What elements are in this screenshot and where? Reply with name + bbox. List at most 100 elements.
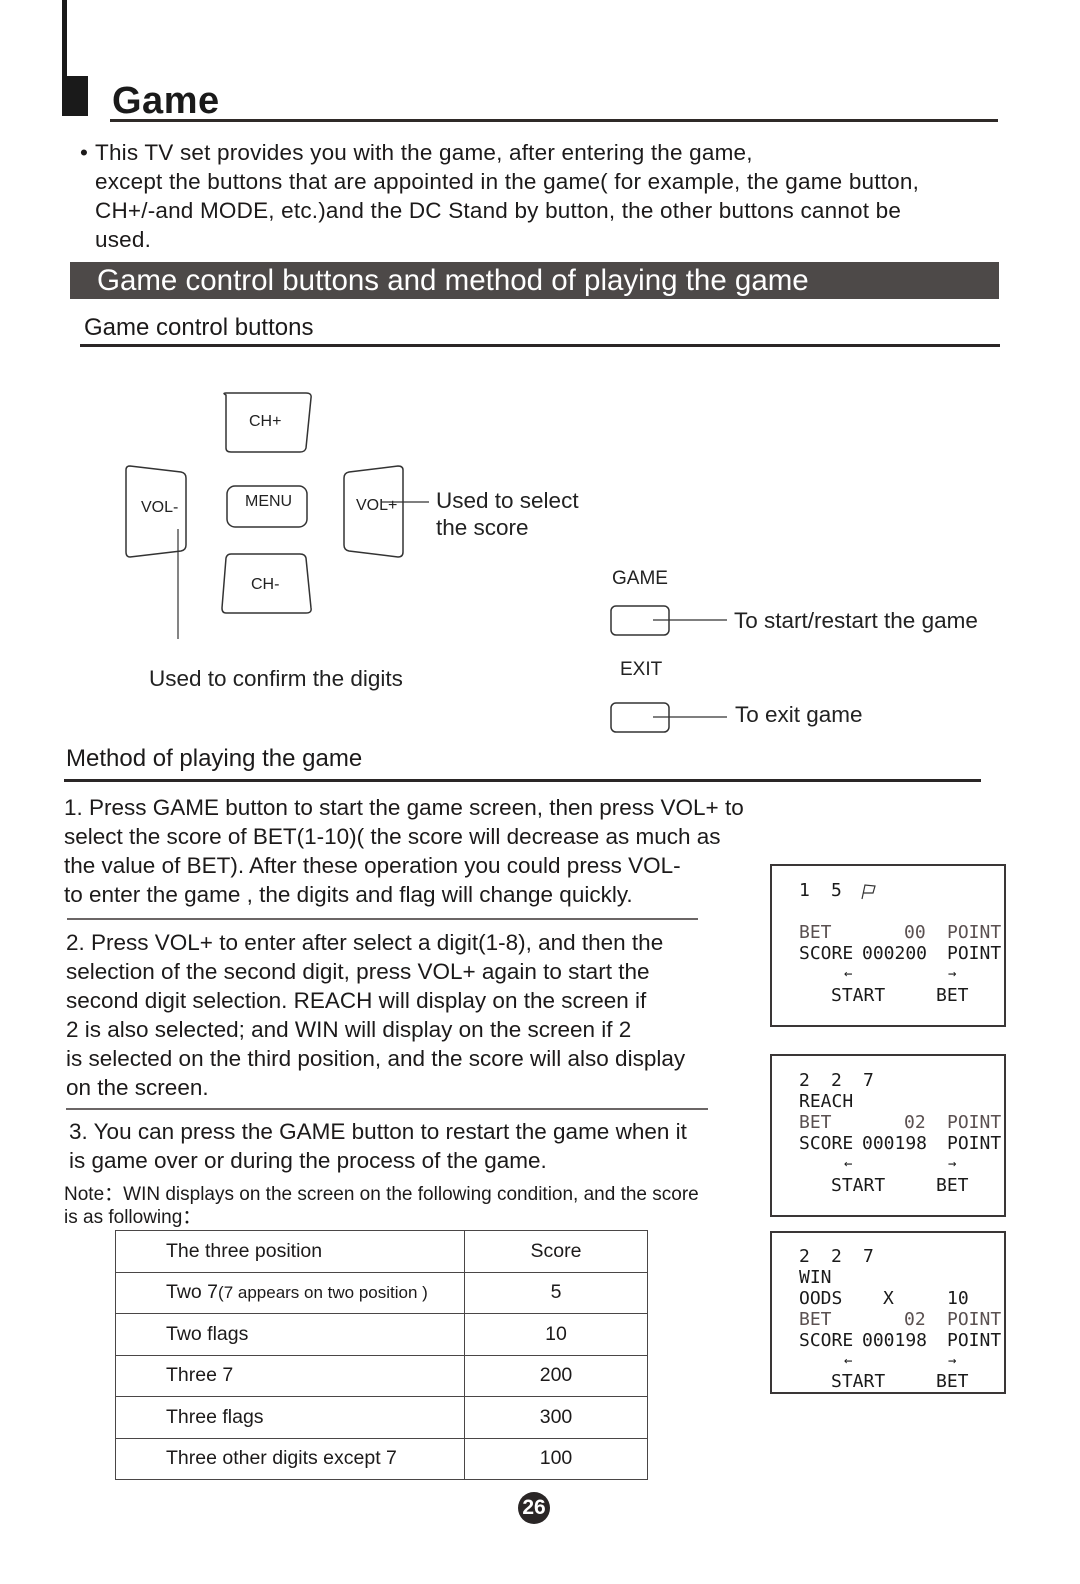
step-2-line: selection of the second digit, press VOL… bbox=[66, 959, 650, 984]
section-banner: Game control buttons and method of playi… bbox=[70, 262, 999, 299]
table-cell-score: 10 bbox=[464, 1313, 648, 1356]
vol-minus-description: Used to confirm the digits bbox=[149, 666, 403, 691]
score-value: 000200 bbox=[862, 943, 928, 964]
step-1-line: to enter the game , the digits and flag … bbox=[64, 882, 633, 907]
controls-divider bbox=[80, 344, 1000, 347]
bet-label: BET bbox=[799, 1309, 832, 1330]
screen-digit: 1 bbox=[799, 880, 810, 901]
screen-digit: 2 bbox=[831, 1246, 842, 1267]
remote-button-diagram: CH+ MENU CH- VOL- VOL+ Used to select th… bbox=[0, 380, 1080, 740]
game-button-description: To start/restart the game bbox=[734, 608, 978, 633]
game-screen-win: 2 2 7 WIN OODS X 10 BET 02 POINT SCORE 0… bbox=[770, 1231, 1006, 1394]
step-2-line: is selected on the third position, and t… bbox=[66, 1046, 686, 1071]
title-divider bbox=[110, 119, 998, 122]
bet-value: 02 bbox=[904, 1112, 926, 1133]
right-arrow-icon: → bbox=[948, 1353, 957, 1369]
left-arrow-icon: ← bbox=[844, 1353, 853, 1369]
right-arrow-icon: → bbox=[948, 1156, 957, 1172]
start-option: START bbox=[831, 1371, 886, 1392]
table-cell-score: 100 bbox=[464, 1437, 648, 1480]
header-block-decoration bbox=[62, 76, 88, 116]
screen-digit: 2 bbox=[799, 1070, 810, 1091]
odds-multiplier: X bbox=[883, 1288, 894, 1309]
screen-status: REACH bbox=[799, 1091, 854, 1112]
bet-unit: POINT bbox=[947, 922, 1002, 943]
step-1-line: the value of BET). After these operation… bbox=[64, 853, 681, 878]
bet-value: 00 bbox=[904, 922, 926, 943]
vol-plus-description: Used to select the score bbox=[436, 487, 579, 541]
screen-digit: 7 bbox=[863, 1070, 874, 1091]
score-label: SCORE bbox=[799, 1133, 854, 1154]
exit-button-label: EXIT bbox=[620, 659, 663, 680]
game-screen-start: 1 5 BET 00 POINT SCORE 000200 POINT ← → … bbox=[770, 864, 1006, 1027]
score-label: SCORE bbox=[799, 943, 854, 964]
left-arrow-icon: ← bbox=[844, 966, 853, 982]
step-3-line: 3. You can press the GAME button to rest… bbox=[69, 1119, 687, 1144]
screen-digit: 5 bbox=[831, 880, 842, 901]
start-option: START bbox=[831, 1175, 886, 1196]
method-heading: Method of playing the game bbox=[66, 745, 363, 772]
menu-button[interactable]: MENU bbox=[245, 493, 292, 511]
right-arrow-icon: → bbox=[948, 966, 957, 982]
table-cell-score: 5 bbox=[464, 1271, 648, 1314]
table-header-row: The three position Score bbox=[115, 1230, 648, 1273]
controls-heading: Game control buttons bbox=[84, 314, 314, 341]
game-button-label: GAME bbox=[612, 568, 668, 589]
intro-line: used. bbox=[95, 227, 152, 252]
step-2-line: on the screen. bbox=[66, 1075, 209, 1100]
step-2-line: second digit selection. REACH will displ… bbox=[66, 988, 647, 1013]
ch-plus-button[interactable]: CH+ bbox=[249, 413, 281, 431]
vol-minus-button[interactable]: VOL- bbox=[141, 499, 178, 517]
ch-minus-button[interactable]: CH- bbox=[251, 576, 279, 594]
step-2-line: 2 is also selected; and WIN will display… bbox=[66, 1017, 632, 1042]
table-cell-position: Two 7(7 appears on two position ) bbox=[115, 1271, 465, 1314]
score-value: 000198 bbox=[862, 1133, 928, 1154]
intro-line: except the buttons that are appointed in… bbox=[95, 169, 920, 194]
step-3-line: is game over or during the process of th… bbox=[69, 1148, 547, 1173]
bet-option: BET bbox=[936, 985, 969, 1006]
bet-option: BET bbox=[936, 1175, 969, 1196]
table-cell-position: Two flags bbox=[115, 1313, 465, 1356]
table-row: Three other digits except 7 100 bbox=[115, 1437, 648, 1480]
step-1-line: select the score of BET(1-10)( the score… bbox=[64, 824, 721, 849]
odds-value: 10 bbox=[947, 1288, 969, 1309]
step-divider bbox=[66, 1108, 708, 1110]
table-row: Three 7 200 bbox=[115, 1354, 648, 1397]
bet-value: 02 bbox=[904, 1309, 926, 1330]
section-title: Game control buttons and method of playi… bbox=[97, 264, 809, 297]
vol-plus-button[interactable]: VOL+ bbox=[356, 497, 397, 515]
screen-digit: 2 bbox=[831, 1070, 842, 1091]
flag-icon bbox=[861, 884, 876, 900]
method-divider bbox=[64, 779, 981, 782]
screen-digit: 7 bbox=[863, 1246, 874, 1267]
table-cell-position: Three other digits except 7 bbox=[115, 1437, 465, 1480]
screen-digit: 2 bbox=[799, 1246, 810, 1267]
position-detail: (7 appears on two position ) bbox=[218, 1283, 428, 1303]
intro-paragraph: • This TV set provides you with the game… bbox=[80, 138, 1040, 254]
page-number: 26 bbox=[518, 1492, 550, 1524]
step-2-line: 2. Press VOL+ to enter after select a di… bbox=[66, 930, 664, 955]
screen-status: WIN bbox=[799, 1267, 832, 1288]
position-main: Two 7 bbox=[166, 1281, 219, 1304]
table-cell-score: 300 bbox=[464, 1396, 648, 1439]
bet-label: BET bbox=[799, 1112, 832, 1133]
table-row: Two flags 10 bbox=[115, 1313, 648, 1356]
bet-unit: POINT bbox=[947, 1309, 1002, 1330]
score-unit: POINT bbox=[947, 943, 1002, 964]
win-note: Note：WIN displays on the screen on the f… bbox=[64, 1183, 699, 1229]
exit-button-description: To exit game bbox=[735, 702, 863, 727]
vol-plus-description-line: Used to select bbox=[436, 488, 579, 513]
bullet-icon: • bbox=[80, 140, 89, 165]
score-unit: POINT bbox=[947, 1133, 1002, 1154]
win-note-line: Note：WIN displays on the screen on the f… bbox=[64, 1184, 699, 1205]
win-note-line: is as following： bbox=[64, 1207, 202, 1228]
left-arrow-icon: ← bbox=[844, 1156, 853, 1172]
intro-line: CH+/-and MODE, etc.)and the DC Stand by … bbox=[95, 198, 902, 223]
table-cell-position: Three flags bbox=[115, 1396, 465, 1439]
bet-option: BET bbox=[936, 1371, 969, 1392]
odds-label: OODS bbox=[799, 1288, 843, 1309]
page-title: Game bbox=[112, 80, 220, 122]
step-divider bbox=[67, 918, 698, 920]
bet-label: BET bbox=[799, 922, 832, 943]
score-label: SCORE bbox=[799, 1330, 854, 1351]
